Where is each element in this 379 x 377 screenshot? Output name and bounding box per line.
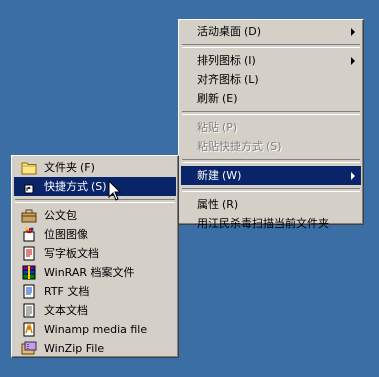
wordpad-doc-icon	[21, 246, 37, 261]
winrar-label: WinRAR 档案文件	[44, 266, 135, 279]
winzip-label: WinZip File	[44, 342, 105, 355]
wordpad-doc-label: 写字板文档	[44, 247, 99, 260]
folder-icon	[21, 160, 37, 175]
paste-label: 粘贴	[197, 121, 219, 134]
bitmap-label: 位图图像	[44, 228, 88, 241]
refresh-label: 刷新	[197, 92, 219, 105]
new-accel: (W)	[222, 169, 242, 182]
line-up-icons-label: 对齐图标	[197, 73, 241, 86]
menu-item-active-desktop[interactable]: 活动桌面 (D)	[181, 22, 361, 41]
new-item-winzip[interactable]: WinZip File	[14, 339, 176, 358]
properties-accel: (R)	[222, 198, 239, 211]
new-item-text-doc[interactable]: 文本文档	[14, 301, 176, 320]
paste-accel: (P)	[222, 121, 238, 134]
shortcut-icon	[21, 179, 37, 194]
briefcase-label: 公文包	[44, 209, 77, 222]
new-item-bitmap[interactable]: 位图图像	[14, 225, 176, 244]
menu-item-new[interactable]: 新建 (W)	[181, 166, 361, 185]
new-item-shortcut[interactable]: 快捷方式 (S)	[14, 177, 176, 196]
bitmap-icon	[21, 227, 37, 242]
new-item-winrar[interactable]: WinRAR 档案文件	[14, 263, 176, 282]
paste-shortcut-accel: (S)	[266, 140, 282, 153]
folder-accel: (F)	[80, 161, 95, 174]
menu-item-antivirus-scan[interactable]: 用江民杀毒扫描当前文件夹	[181, 214, 361, 233]
text-doc-icon	[21, 303, 37, 318]
refresh-accel: (E)	[222, 92, 238, 105]
new-label: 新建	[197, 169, 219, 182]
folder-label: 文件夹	[44, 161, 77, 174]
menu-item-arrange-icons[interactable]: 排列图标 (I)	[181, 51, 361, 70]
desktop[interactable]: { "colors": { "desktop": "#3a6ea5", "men…	[0, 0, 379, 377]
menu-item-properties[interactable]: 属性 (R)	[181, 195, 361, 214]
menu-item-paste[interactable]: 粘贴 (P)	[181, 118, 361, 137]
menu-separator	[182, 111, 360, 115]
new-item-rtf-doc[interactable]: RTF 文档	[14, 282, 176, 301]
menu-item-paste-shortcut[interactable]: 粘贴快捷方式 (S)	[181, 137, 361, 156]
antivirus-scan-label: 用江民杀毒扫描当前文件夹	[197, 217, 329, 230]
shortcut-label: 快捷方式	[44, 180, 88, 193]
active-desktop-accel: (D)	[244, 25, 262, 38]
paste-shortcut-label: 粘贴快捷方式	[197, 140, 263, 153]
rtf-doc-icon	[21, 284, 37, 299]
arrange-icons-accel: (I)	[244, 54, 256, 67]
active-desktop-label: 活动桌面	[197, 25, 241, 38]
briefcase-icon	[21, 208, 37, 223]
menu-item-refresh[interactable]: 刷新 (E)	[181, 89, 361, 108]
properties-label: 属性	[197, 198, 219, 211]
new-item-briefcase[interactable]: 公文包	[14, 206, 176, 225]
winzip-icon	[21, 341, 37, 356]
winamp-icon	[21, 322, 37, 337]
rtf-doc-label: RTF 文档	[44, 285, 90, 298]
new-item-winamp[interactable]: Winamp media file	[14, 320, 176, 339]
line-up-icons-accel: (L)	[244, 73, 259, 86]
desktop-context-menu: 活动桌面 (D) 排列图标 (I) 对齐图标 (L) 刷新 (E) 粘贴 (P) 粘贴快捷…	[178, 19, 364, 230]
text-doc-label: 文本文档	[44, 304, 88, 317]
new-submenu: 文件夹 (F) 快捷方式 (S) 公文包 位图图像 写字板文档 WinRAR 档案文…	[11, 155, 179, 358]
submenu-arrow-icon	[351, 28, 355, 36]
new-item-folder[interactable]: 文件夹 (F)	[14, 158, 176, 177]
submenu-arrow-icon	[351, 57, 355, 65]
menu-separator	[182, 159, 360, 163]
new-item-wordpad-doc[interactable]: 写字板文档	[14, 244, 176, 263]
menu-separator	[182, 44, 360, 48]
arrange-icons-label: 排列图标	[197, 54, 241, 67]
shortcut-accel: (S)	[91, 180, 107, 193]
menu-separator	[182, 188, 360, 192]
mouse-pointer-icon	[108, 179, 122, 205]
menu-separator	[15, 199, 175, 203]
winamp-label: Winamp media file	[44, 323, 148, 336]
menu-item-line-up-icons[interactable]: 对齐图标 (L)	[181, 70, 361, 89]
submenu-arrow-icon	[351, 172, 355, 180]
winrar-icon	[21, 265, 37, 280]
